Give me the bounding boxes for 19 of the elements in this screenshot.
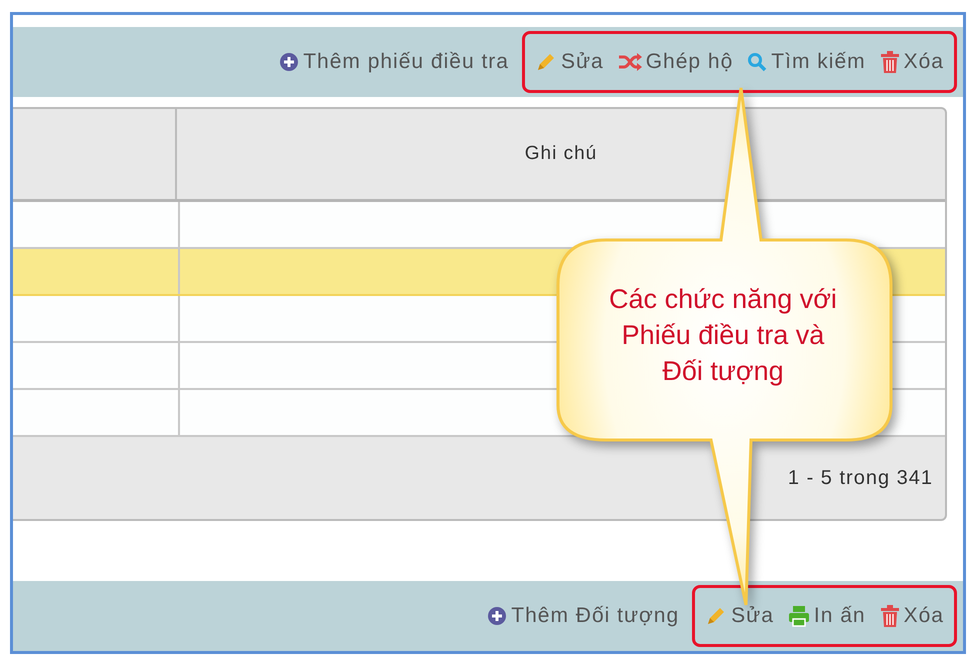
shuffle-icon [618, 52, 642, 72]
toolbar-button[interactable]: Xóa [874, 50, 950, 74]
plus-circle-icon [487, 606, 508, 626]
toolbar-button[interactable]: Sửa [699, 604, 780, 628]
toolbar-button[interactable]: Sửa [528, 50, 610, 74]
pagination-info: 1 - 5 trong 341 [788, 466, 933, 490]
plus-circle-icon [279, 52, 300, 72]
toolbar-button[interactable]: Xóa [874, 604, 950, 628]
toolbar-button[interactable]: Thêm Đối tượng [481, 604, 686, 628]
printer-icon [788, 605, 810, 627]
column-header: Ghi chú [524, 142, 598, 166]
toolbar-button[interactable]: Tìm kiếm [741, 50, 872, 74]
toolbar-button[interactable]: Thêm phiếu điều tra [273, 50, 515, 74]
search-icon [747, 52, 768, 72]
callout-text: Các chức năng với Phiếu điều tra và Đối tượng [608, 283, 838, 388]
toolbar-button[interactable]: In ấn [782, 604, 872, 628]
trash-icon [880, 51, 900, 73]
trash-icon [880, 605, 900, 627]
toolbar-button[interactable]: Ghép hộ [612, 50, 740, 74]
